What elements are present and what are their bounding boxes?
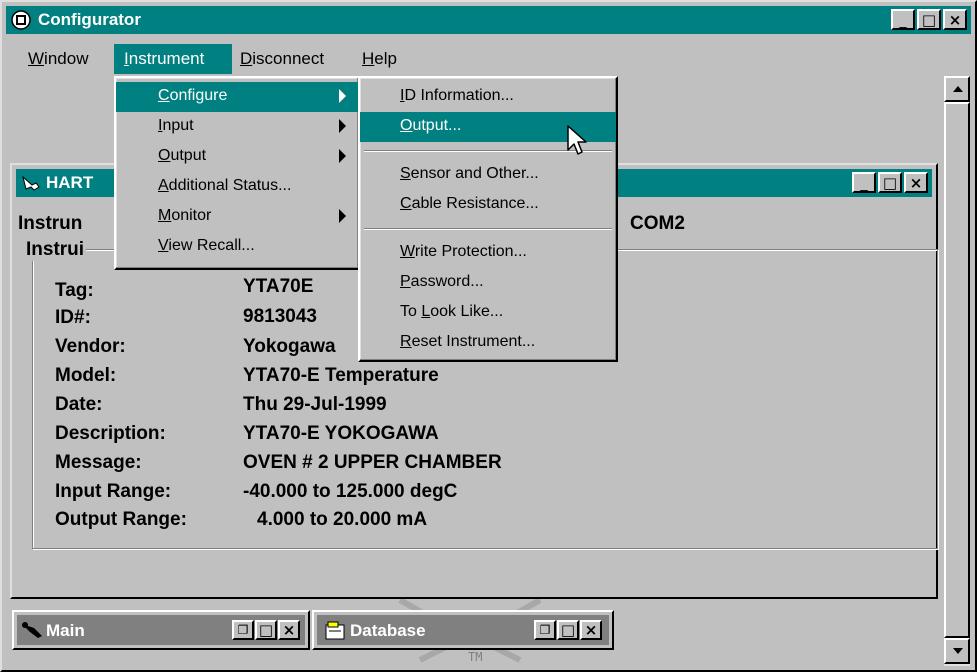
submenu-arrow-icon (339, 89, 346, 103)
menu-item-output[interactable]: Output (116, 142, 358, 172)
menu-item-input[interactable]: Input (116, 112, 358, 142)
value-message: OVEN # 2 UPPER CHAMBER (243, 452, 502, 473)
menu-item-additional-status[interactable]: Additional Status... (116, 172, 358, 202)
hart-close-button[interactable]: × (904, 172, 928, 193)
menu-instrument[interactable]: Instrument (114, 44, 232, 74)
value-tag: YTA70E (243, 276, 314, 297)
database-restore-button[interactable]: ❐ (534, 620, 556, 640)
minimize-button[interactable]: _ (891, 9, 915, 30)
value-id: 9813043 (243, 306, 317, 327)
submenu-item-to-look-like[interactable]: To Look Like... (360, 298, 616, 328)
app-title: Configurator (38, 10, 141, 29)
value-model: YTA70-E Temperature (243, 365, 439, 386)
menu-item-monitor[interactable]: Monitor (116, 202, 358, 232)
label-tag: Tag: (55, 280, 94, 301)
label-description: Description: (55, 423, 166, 444)
main-restore-button[interactable]: ❐ (232, 620, 254, 640)
main-title: Main (46, 621, 85, 640)
mouse-cursor-icon (567, 125, 587, 155)
hart-minimize-button[interactable]: _ (852, 172, 876, 193)
label-id: ID#: (55, 307, 91, 328)
instrument-menu: Configure Input Output Additional Status… (114, 76, 360, 270)
menu-item-configure[interactable]: Configure (116, 82, 358, 112)
submenu-item-cable-resistance[interactable]: Cable Resistance... (360, 190, 616, 220)
minimized-database-window[interactable]: Database ❐ □ × (312, 610, 614, 650)
database-icon (324, 620, 348, 642)
submenu-item-sensor-and-other[interactable]: Sensor and Other... (360, 160, 616, 190)
label-output-range: Output Range: (55, 509, 187, 530)
submenu-item-id-information[interactable]: ID Information... (360, 82, 616, 112)
minimized-main-window[interactable]: Main ❐ □ × (12, 610, 310, 650)
app-titlebar[interactable]: Configurator _ □ × (6, 6, 971, 34)
value-vendor: Yokogawa (243, 336, 336, 357)
label-message: Message: (55, 452, 142, 473)
label-date: Date: (55, 394, 103, 415)
menu-item-view-recall[interactable]: View Recall... (116, 232, 358, 262)
main-maximize-button[interactable]: □ (255, 620, 277, 640)
hart-maximize-button[interactable]: □ (878, 172, 902, 193)
close-button[interactable]: × (943, 9, 967, 30)
main-close-button[interactable]: × (278, 620, 300, 640)
mdi-scrollbar[interactable] (944, 76, 970, 666)
submenu-arrow-icon (339, 119, 346, 133)
scroll-up-button[interactable] (944, 76, 970, 102)
label-vendor: Vendor: (55, 336, 126, 357)
value-output-range: 4.000 to 20.000 mA (257, 509, 428, 530)
instrument-header: Instrun (18, 213, 83, 234)
value-date: Thu 29-Jul-1999 (243, 394, 387, 415)
menu-disconnect[interactable]: Disconnect (240, 49, 324, 69)
trademark-text: TM (468, 650, 483, 664)
label-input-range: Input Range: (55, 481, 172, 502)
probe-icon (20, 173, 42, 193)
database-maximize-button[interactable]: □ (557, 620, 579, 640)
submenu-item-password[interactable]: Password... (360, 268, 616, 298)
value-description: YTA70-E YOKOGAWA (243, 423, 439, 444)
group-box-label: Instrui (24, 239, 87, 261)
wrench-icon (20, 620, 44, 642)
database-close-button[interactable]: × (580, 620, 602, 640)
submenu-arrow-icon (339, 149, 346, 163)
database-title: Database (350, 621, 426, 640)
maximize-button[interactable]: □ (917, 9, 941, 30)
connection-port: COM2 (630, 213, 685, 234)
submenu-item-reset-instrument[interactable]: Reset Instrument... (360, 328, 616, 358)
menu-window[interactable]: Window (28, 49, 88, 69)
scroll-thumb[interactable] (944, 102, 970, 638)
configure-submenu: ID Information... Output... Sensor and O… (358, 76, 618, 362)
menu-help[interactable]: Help (362, 49, 397, 69)
app-logo-icon (10, 9, 32, 31)
value-input-range: -40.000 to 125.000 degC (243, 481, 458, 502)
submenu-item-write-protection[interactable]: Write Protection... (360, 238, 616, 268)
menu-separator (364, 228, 612, 230)
submenu-arrow-icon (339, 209, 346, 223)
hart-title: HART (46, 173, 94, 192)
menu-bar: Window Instrument Disconnect Help (6, 44, 971, 74)
scroll-down-button[interactable] (944, 638, 970, 664)
label-model: Model: (55, 365, 117, 386)
